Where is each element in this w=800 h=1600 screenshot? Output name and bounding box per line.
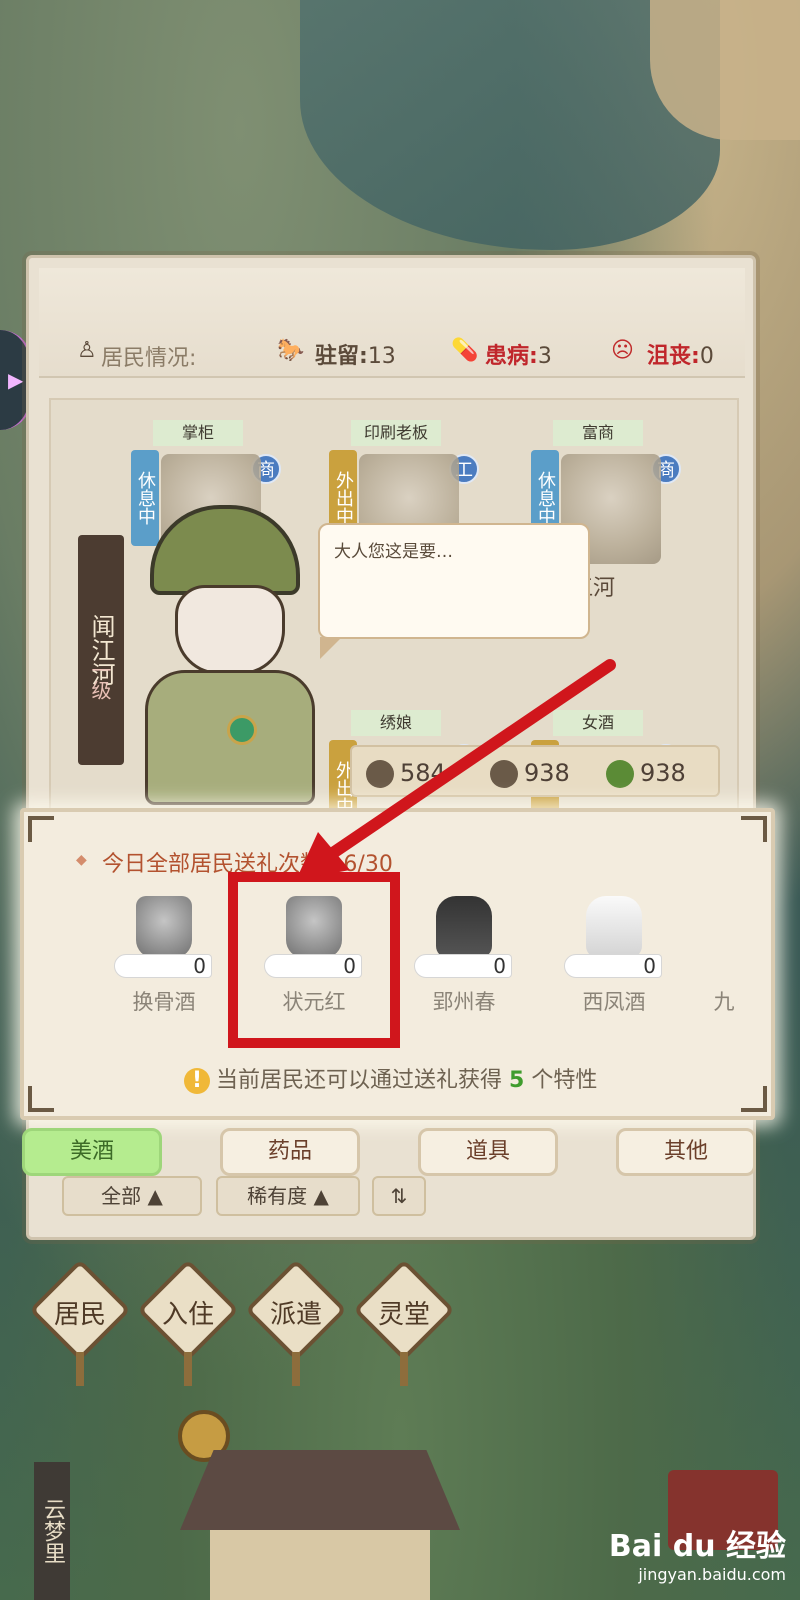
nav-label: 居民 [53,1300,106,1330]
pill-icon: 💊 [451,338,479,363]
nav-label: 派遣 [269,1300,322,1330]
corner-ornament [28,1086,54,1112]
face [175,585,285,675]
card-title: 女酒 [553,710,643,736]
sort-button[interactable]: ⇅ [372,1176,426,1216]
tab-items[interactable]: 道具 [418,1128,558,1176]
wine-jar-icon [136,896,192,958]
card-title: 印刷老板 [351,420,441,446]
nav-dispatch[interactable]: 派遣 [245,1259,347,1386]
sick-stat: 患病:3 [485,344,552,369]
porcelain-bottle-icon [586,896,642,958]
watermark-brand: Bai du 经验 [608,1529,786,1564]
nav-label: 灵堂 [377,1300,430,1330]
leaf-icon [606,760,634,788]
heart-icon [490,760,518,788]
gift-qty: 0 [643,954,656,978]
bullet-icon: ◆ [76,852,87,868]
tassel [400,1352,408,1386]
stay-stat: 驻留:13 [315,344,396,369]
nav-move-in[interactable]: 入住 [137,1259,239,1386]
gift-item[interactable]: 0 西凤酒 [554,896,674,1016]
roof [180,1450,460,1530]
annotation-highlight-box [228,872,400,1048]
walls [210,1530,430,1600]
tab-wine[interactable]: 美酒 [22,1128,162,1176]
card-title: 绣娘 [351,710,441,736]
gift-qty: 0 [493,954,506,978]
town-sign: 云梦里 [34,1462,70,1600]
horse-icon: 🐎 [277,338,305,363]
tassel [184,1352,192,1386]
corner-ornament [28,816,54,842]
tassel [292,1352,300,1386]
gift-item[interactable]: 0 换骨酒 [104,896,224,1016]
wine-bottle-icon [436,896,492,958]
tab-medicine[interactable]: 药品 [220,1128,360,1176]
stat-item: 938 [490,759,570,788]
watermark-url: jingyan.baidu.com [638,1565,786,1584]
card-title: 掌柜 [153,420,243,446]
trait-tip: ! 当前居民还可以通过送礼获得 5 个特性 [184,1062,597,1094]
nav-memorial-hall[interactable]: 灵堂 [353,1259,455,1386]
featured-character[interactable] [135,505,335,805]
gift-name: 郢州春 [432,990,496,1014]
filter-all[interactable]: 全部 ▲ [62,1176,202,1216]
corner-ornament [741,1086,767,1112]
card-title: 富商 [553,420,643,446]
nav-label: 入住 [161,1300,214,1330]
gift-qty: 0 [193,954,206,978]
resident-icon: ♙ [77,338,97,363]
gift-item[interactable]: 九 [704,896,744,1016]
gift-heart-icon [366,760,394,788]
corner-ornament [741,816,767,842]
warning-icon: ! [184,1068,210,1094]
chevron-right-icon: ▶ [8,368,24,392]
hat [150,505,300,595]
featured-level: 一级 [88,660,112,700]
watermark: Bai du 经验 jingyan.baidu.com [609,1521,786,1584]
featured-name-banner: 闻江河 [78,535,124,765]
tab-other[interactable]: 其他 [616,1128,756,1176]
tassel [76,1352,84,1386]
sad-stat: 沮丧:0 [647,344,714,369]
gift-item[interactable]: 0 郢州春 [404,896,524,1016]
gift-name: 九 [713,990,735,1014]
town-house[interactable] [180,1450,460,1600]
status-label: 居民情况: [101,346,197,371]
filter-rarity[interactable]: 稀有度 ▲ [216,1176,360,1216]
nav-residents[interactable]: 居民 [29,1259,131,1386]
resident-status-row: ♙ 居民情况: 🐎 驻留:13 💊 患病:3 ☹ 沮丧:0 [39,268,745,378]
gift-items: 0 换骨酒 0 状元红 0 郢州春 0 西凤酒 九 [104,896,754,1016]
stat-item: 938 [606,759,686,788]
affinity-stats: 584 938 938 [350,745,720,797]
gift-name: 换骨酒 [132,990,196,1014]
sad-face-icon: ☹ [611,338,634,363]
gift-name: 西凤酒 [582,990,646,1014]
jade-pendant [227,715,257,745]
stat-item: 584 [366,759,446,788]
speech-bubble: 大人您这是要… [318,523,590,659]
